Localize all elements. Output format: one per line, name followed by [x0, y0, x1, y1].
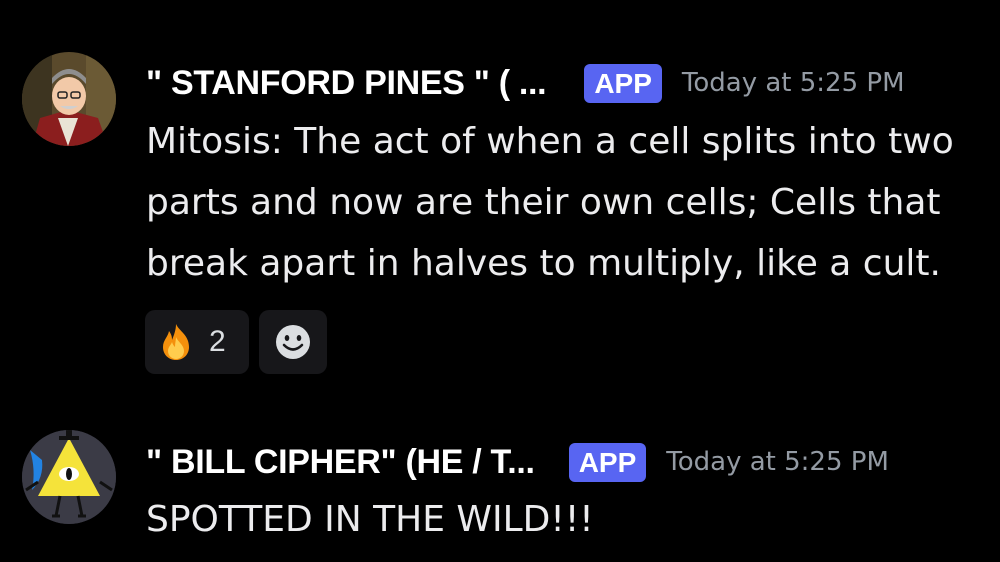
avatar-stanford[interactable]	[22, 52, 116, 146]
fire-emoji-icon	[163, 324, 189, 360]
message-header: " BILL CIPHER" (HE / T... APP Today at 5…	[146, 437, 889, 487]
message-line: Mitosis: The act of when a cell splits i…	[146, 121, 954, 162]
message-header: " STANFORD PINES " ( ... APP Today at 5:…	[146, 58, 905, 108]
app-badge: APP	[584, 63, 662, 103]
stanford-avatar-image	[22, 52, 116, 146]
bill-avatar-image	[22, 430, 116, 524]
reaction-count: 2	[209, 325, 226, 358]
smiley-add-reaction-icon	[276, 325, 310, 359]
username[interactable]: " BILL CIPHER" (HE / T...	[146, 443, 535, 482]
reactions-bar: 2	[145, 310, 327, 374]
reaction-fire[interactable]: 2	[145, 310, 249, 374]
message-line: parts and now are their own cells; Cells…	[146, 182, 941, 223]
add-reaction-button[interactable]	[259, 310, 327, 374]
app-badge: APP	[568, 442, 647, 482]
username[interactable]: " STANFORD PINES " ( ...	[146, 64, 547, 103]
avatar-bill[interactable]	[22, 430, 116, 524]
message-content: Mitosis: The act of when a cell splits i…	[146, 111, 986, 294]
timestamp[interactable]: Today at 5:25 PM	[666, 447, 889, 477]
message-line: SPOTTED IN THE WILD!!!	[146, 499, 594, 540]
timestamp[interactable]: Today at 5:25 PM	[682, 68, 905, 98]
message-content: SPOTTED IN THE WILD!!!	[146, 489, 986, 550]
message-line: break apart in halves to multiply, like …	[146, 243, 941, 284]
